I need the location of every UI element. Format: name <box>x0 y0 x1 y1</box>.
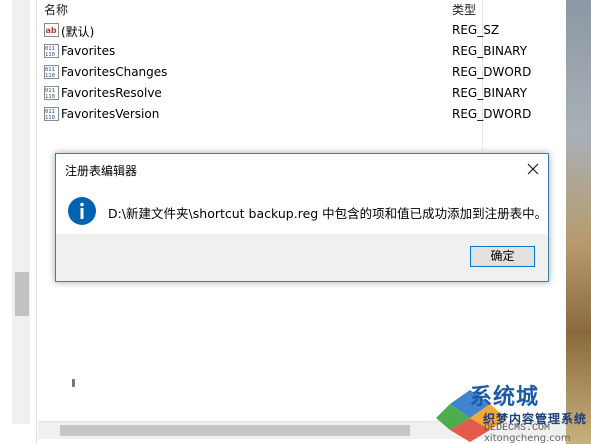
value-name: FavoritesResolve <box>61 86 162 100</box>
watermark-title: 系统城 <box>470 385 540 410</box>
column-header-name[interactable]: 名称 <box>44 1 68 18</box>
value-type: REG_BINARY <box>452 44 528 58</box>
dialog-message: D:\新建文件夹\shortcut backup.reg 中包含的项和值已成功添… <box>108 206 548 221</box>
tree-scrollbar-thumb[interactable] <box>15 272 29 316</box>
value-name: Favorites <box>61 44 116 58</box>
tree-pane <box>0 0 37 444</box>
list-row[interactable]: 011 110 FavoritesResolve REG_BINARY <box>38 83 566 104</box>
value-name: FavoritesVersion <box>61 107 160 121</box>
stray-mark <box>72 379 75 387</box>
svg-text:110: 110 <box>45 52 55 58</box>
list-row[interactable]: 011 110 FavoritesChanges REG_DWORD <box>38 62 566 83</box>
binary-value-icon: 011 110 <box>44 86 59 100</box>
tree-vertical-scrollbar[interactable] <box>12 0 30 424</box>
horizontal-scrollbar-thumb[interactable] <box>60 425 410 436</box>
dialog-titlebar[interactable]: 注册表编辑器 <box>56 154 548 184</box>
svg-text:110: 110 <box>45 94 55 100</box>
list-row[interactable]: 011 110 Favorites REG_BINARY <box>38 41 566 62</box>
dialog-body: D:\新建文件夹\shortcut backup.reg 中包含的项和值已成功添… <box>56 184 548 234</box>
column-header-type[interactable]: 类型 <box>452 1 476 18</box>
close-icon <box>527 163 539 175</box>
binary-value-icon: 011 110 <box>44 65 59 79</box>
list-header: 名称 类型 <box>38 0 566 18</box>
value-type: REG_BINARY <box>452 86 528 100</box>
value-type: REG_DWORD <box>452 65 532 79</box>
registry-editor-dialog: 注册表编辑器 D:\新建文件夹\shortcut backup.reg 中包含的… <box>55 153 549 282</box>
dialog-title: 注册表编辑器 <box>65 164 138 178</box>
close-button[interactable] <box>518 154 548 184</box>
ok-button[interactable]: 确定 <box>470 246 535 267</box>
list-row[interactable]: ab (默认) REG_SZ <box>38 20 566 41</box>
value-type: REG_SZ <box>452 23 500 37</box>
svg-text:110: 110 <box>45 73 55 79</box>
value-name: FavoritesChanges <box>61 65 168 79</box>
info-icon <box>68 197 96 225</box>
value-type: REG_DWORD <box>452 107 532 121</box>
string-value-icon: ab <box>44 23 59 37</box>
value-name: (默认) <box>61 25 95 39</box>
svg-text:ab: ab <box>46 26 57 35</box>
binary-value-icon: 011 110 <box>44 44 59 58</box>
binary-value-icon: 011 110 <box>44 107 59 121</box>
list-row[interactable]: 011 110 FavoritesVersion REG_DWORD <box>38 104 566 125</box>
svg-text:110: 110 <box>45 115 55 121</box>
watermark-url: xitongcheng.com <box>484 433 571 444</box>
